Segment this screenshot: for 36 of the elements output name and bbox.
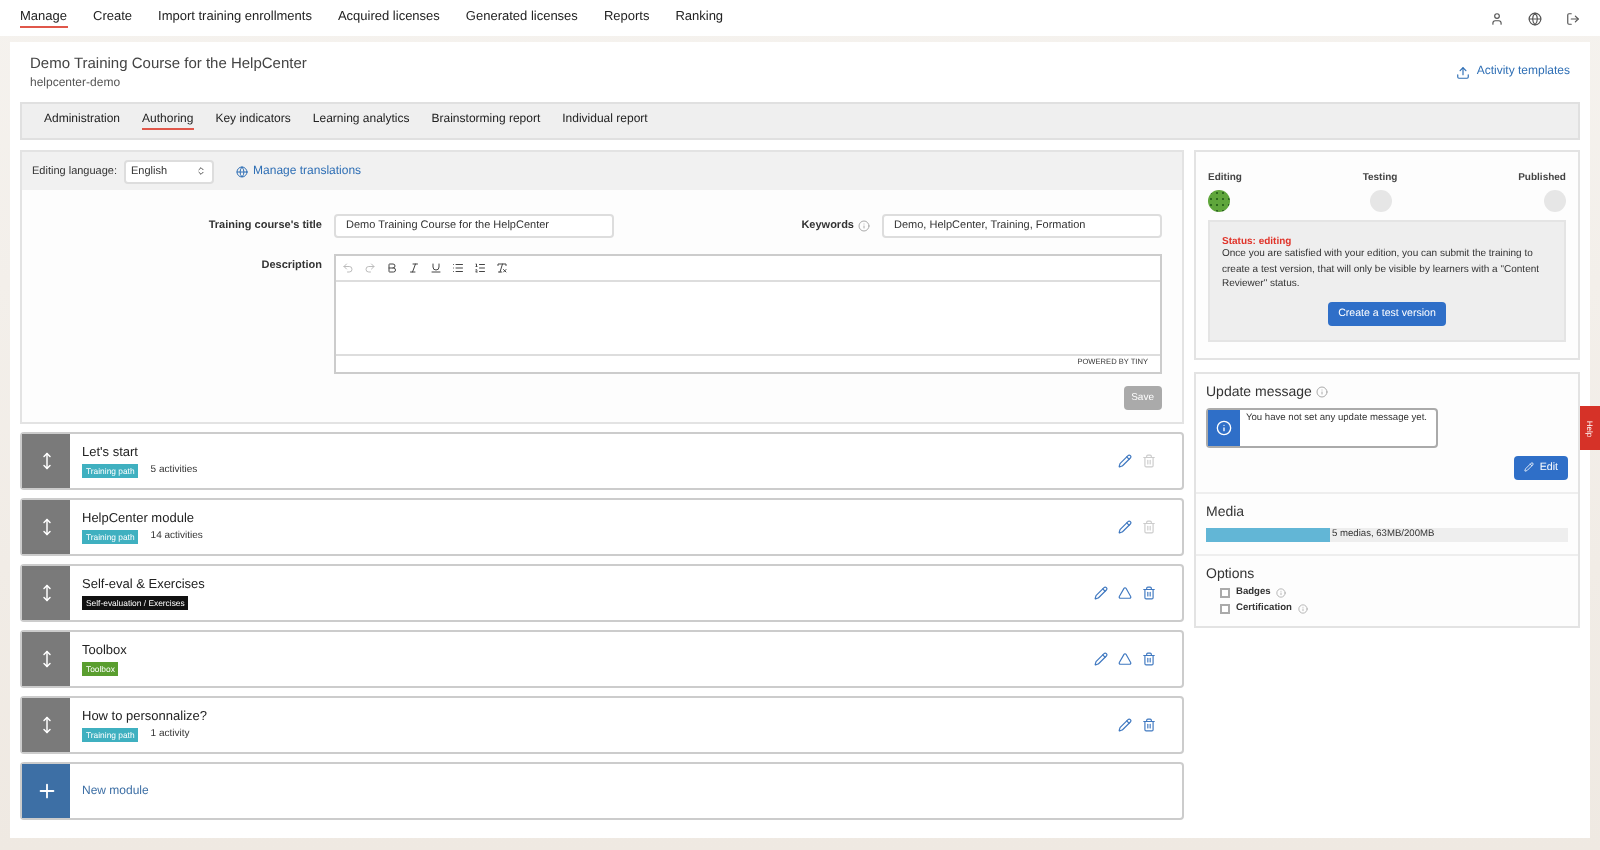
info-icon — [1298, 603, 1308, 613]
edit-icon[interactable] — [1094, 652, 1108, 666]
info-icon — [1216, 419, 1232, 435]
info-icon — [1276, 587, 1287, 597]
bullet-list-icon[interactable] — [452, 262, 464, 274]
underline-icon[interactable] — [430, 262, 442, 274]
plus-icon — [35, 780, 57, 802]
drag-handle[interactable] — [22, 500, 70, 554]
bold-icon[interactable] — [386, 262, 398, 274]
chevron-icon — [195, 166, 206, 176]
edit-icon[interactable] — [1118, 520, 1132, 534]
numbered-list-icon[interactable] — [474, 262, 486, 274]
delete-icon[interactable] — [1142, 718, 1156, 732]
triangle-icon[interactable] — [1118, 586, 1132, 600]
drag-handle[interactable] — [22, 434, 70, 488]
delete-icon[interactable] — [1142, 652, 1156, 666]
logout-icon[interactable] — [1566, 11, 1580, 25]
edit-icon[interactable] — [1118, 454, 1132, 468]
triangle-icon[interactable] — [1118, 652, 1132, 666]
info-icon — [858, 220, 870, 232]
globe-icon[interactable] — [1528, 11, 1542, 25]
upload-icon — [1456, 65, 1471, 79]
checkbox[interactable] — [1220, 587, 1230, 597]
pencil-icon — [1523, 462, 1534, 472]
drag-handle[interactable] — [22, 566, 70, 620]
delete-icon[interactable] — [1142, 586, 1156, 600]
checkbox[interactable] — [1220, 603, 1230, 613]
edit-icon[interactable] — [1118, 718, 1132, 732]
clear-format-icon[interactable] — [496, 262, 508, 274]
info-icon — [1315, 386, 1328, 398]
drag-handle[interactable] — [22, 698, 70, 752]
edit-icon[interactable] — [1094, 586, 1108, 600]
user-icon[interactable] — [1490, 11, 1504, 25]
globe-icon — [235, 165, 248, 177]
drag-handle[interactable] — [22, 632, 70, 686]
italic-icon[interactable] — [408, 262, 420, 274]
